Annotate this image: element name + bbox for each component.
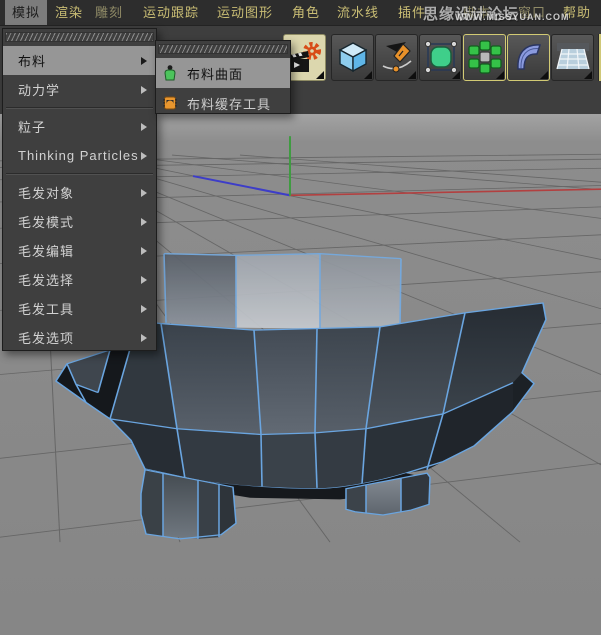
- bowl-back-wall: [163, 253, 402, 329]
- menu-item-thinking-particles[interactable]: Thinking Particles: [3, 141, 156, 170]
- menu-mograph[interactable]: 运动图形: [217, 0, 273, 25]
- cube-primitive-icon: [338, 42, 368, 73]
- cloth-submenu: 布料曲面 布料缓存工具: [155, 40, 291, 114]
- submenu-arrow-icon: [141, 151, 147, 160]
- tearoff-handle[interactable]: [158, 44, 288, 54]
- menu-item-hair-objects[interactable]: 毛发对象: [3, 178, 156, 207]
- subdivision-surface-button[interactable]: [419, 34, 462, 81]
- submenu-arrow-icon: [141, 217, 147, 226]
- floor-environment-icon: [556, 43, 590, 70]
- pen-spline-icon: [382, 42, 412, 73]
- flyout-corner-icon: [364, 71, 372, 79]
- menu-bar: 模拟 渲染 雕刻 运动跟踪 运动图形 角色 流水线 插件 脚本 窗口 帮助: [0, 0, 601, 26]
- pen-spline-button[interactable]: [375, 34, 418, 81]
- cinema4d-window: { "menu_bar": { "items": [ {"label": "模拟…: [0, 0, 601, 635]
- menu-item-hair-tools[interactable]: 毛发工具: [3, 294, 156, 323]
- menu-plugins[interactable]: 插件: [398, 0, 426, 25]
- submenu-arrow-icon: [141, 275, 147, 284]
- menu-item-label: 毛发对象: [18, 186, 75, 201]
- menu-motion-track[interactable]: 运动跟踪: [143, 0, 199, 25]
- menu-item-particles[interactable]: 粒子: [3, 112, 156, 141]
- submenu-arrow-icon: [141, 188, 147, 197]
- submenu-arrow-icon: [141, 246, 147, 255]
- tearoff-handle[interactable]: [5, 32, 154, 42]
- menu-sculpt[interactable]: 雕刻: [95, 0, 123, 25]
- menu-render[interactable]: 渲染: [55, 0, 83, 25]
- simulate-dropdown-menu: 布料 动力学 粒子 Thinking Particles 毛发对象 毛发模式 毛…: [2, 28, 157, 351]
- submenu-item-label: 布料缓存工具: [187, 96, 272, 112]
- menu-item-hair-mode[interactable]: 毛发模式: [3, 207, 156, 236]
- subdivision-surface-icon: [424, 40, 458, 74]
- flyout-corner-icon: [316, 71, 324, 79]
- axis-z: [192, 175, 291, 197]
- menu-item-label: 毛发选项: [18, 331, 75, 346]
- menu-character[interactable]: 角色: [292, 0, 320, 25]
- add-cube-button[interactable]: [331, 34, 374, 81]
- menu-separator: [6, 173, 153, 175]
- menu-item-label: 布料: [18, 54, 47, 69]
- menu-simulate[interactable]: 模拟: [5, 0, 48, 25]
- menu-item-hair-options[interactable]: 毛发选项: [3, 323, 156, 352]
- menu-item-label: 粒子: [18, 120, 47, 135]
- cloth-cache-tool-icon: [163, 96, 177, 110]
- floor-button[interactable]: [551, 34, 594, 81]
- menu-item-label: 毛发编辑: [18, 244, 75, 259]
- submenu-arrow-icon: [141, 85, 147, 94]
- flyout-corner-icon: [540, 71, 548, 79]
- submenu-arrow-icon: [141, 304, 147, 313]
- flyout-corner-icon: [584, 71, 592, 79]
- menu-pipeline[interactable]: 流水线: [337, 0, 379, 25]
- flyout-corner-icon: [452, 71, 460, 79]
- menu-help[interactable]: 帮助: [563, 0, 591, 25]
- menu-item-dynamics[interactable]: 动力学: [3, 75, 156, 104]
- menu-window[interactable]: 窗口: [518, 0, 546, 25]
- cloth-surface-icon: [164, 65, 176, 81]
- cloner-mograph-icon: [468, 40, 502, 74]
- menu-item-label: Thinking Particles: [18, 148, 139, 163]
- bend-deformer-button[interactable]: [507, 34, 550, 81]
- bend-deformer-icon: [517, 44, 542, 70]
- submenu-item-label: 布料曲面: [187, 66, 244, 82]
- menu-item-label: 动力学: [18, 83, 61, 98]
- menu-item-cloth[interactable]: 布料: [3, 46, 156, 75]
- menu-item-hair-select[interactable]: 毛发选择: [3, 265, 156, 294]
- flyout-corner-icon: [408, 71, 416, 79]
- cloner-button[interactable]: [463, 34, 506, 81]
- submenu-item-cloth-surface[interactable]: 布料曲面: [156, 58, 290, 88]
- menu-script[interactable]: 脚本: [463, 0, 491, 25]
- menu-item-label: 毛发选择: [18, 273, 75, 288]
- submenu-arrow-icon: [141, 333, 147, 342]
- menu-item-label: 毛发模式: [18, 215, 75, 230]
- menu-item-label: 毛发工具: [18, 302, 75, 317]
- menu-item-hair-edit[interactable]: 毛发编辑: [3, 236, 156, 265]
- submenu-item-cloth-cache-tool[interactable]: 布料缓存工具: [156, 88, 290, 118]
- menu-separator: [6, 107, 153, 109]
- submenu-arrow-icon: [141, 56, 147, 65]
- flyout-corner-icon: [496, 71, 504, 79]
- submenu-arrow-icon: [141, 122, 147, 131]
